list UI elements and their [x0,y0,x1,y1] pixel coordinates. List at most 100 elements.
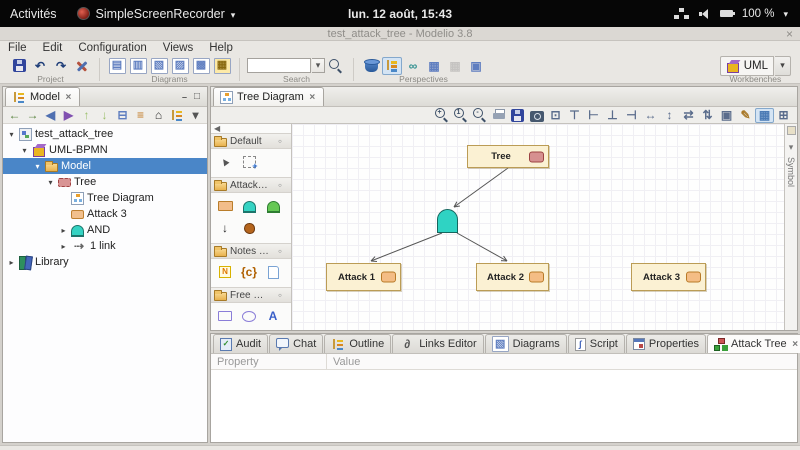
tree-item-model[interactable]: ▾Model [3,158,207,174]
align-top-button[interactable]: ⊤ [565,108,584,123]
tab-chat[interactable]: Chat [269,334,323,353]
save-button[interactable] [9,57,29,75]
app-menu-button[interactable]: SimpleScreenRecorder [67,0,246,27]
workbench-selector[interactable]: UML [720,56,774,76]
nav-forward-button[interactable]: → [24,108,41,123]
snap-grid-button[interactable]: ⊞ [774,108,793,123]
menu-edit[interactable]: Edit [35,42,71,54]
search-input[interactable] [247,58,311,73]
uml-bucket-button[interactable] [361,57,381,75]
usecase-diagram-button[interactable]: ▩ [191,57,211,75]
activities-button[interactable]: Activités [0,0,67,27]
tree-item-uml-bpmn[interactable]: ▾UML-BPMN [3,142,207,158]
link-with-editor-button[interactable]: ≡ [132,108,149,123]
align-bottom-button[interactable]: ⊥ [603,108,622,123]
tree-item-tree[interactable]: ▾Tree [3,174,207,190]
tab-properties[interactable]: Properties [626,334,706,353]
same-height-button[interactable]: ↕ [660,108,679,123]
history-back-button[interactable]: ◀ [42,108,59,123]
home-button[interactable]: ⌂ [150,108,167,123]
palette-tool-marquee-zoom[interactable] [237,151,261,173]
matrix-button[interactable]: ▦ [212,57,232,75]
tab-diagrams[interactable]: ▧Diagrams [485,334,567,353]
workbench-dropdown-button[interactable] [775,56,791,76]
view-menu-button[interactable]: ▾ [187,108,204,123]
class-diagram-button[interactable]: ▤ [107,57,127,75]
tab-links-editor[interactable]: ∂Links Editor [392,334,483,353]
tree-item-test-attack-tree[interactable]: ▾test_attack_tree [3,126,207,142]
tab-audit[interactable]: Audit [213,334,268,353]
palette-tool-and-gate[interactable] [237,195,261,217]
palette-tool-constraint[interactable]: {c} [237,261,261,283]
palette-tool-attack[interactable] [213,195,237,217]
zoom-original-button[interactable] [451,108,470,123]
diagram-node-attack-2[interactable]: Attack 2 [476,263,549,291]
diagram-node-tree[interactable]: Tree [467,145,549,168]
tree-item-attack-3[interactable]: Attack 3 [3,206,207,222]
palette-collapse-button[interactable] [211,124,291,133]
preferences-dialog-button[interactable]: ▣ [466,57,486,75]
palette-tool-rectangle[interactable] [213,305,237,327]
search-dropdown-button[interactable] [312,58,325,73]
palette-group-default[interactable]: Default◦ [211,133,291,149]
palette-tool-ellipse[interactable] [237,305,261,327]
model-explorer-button[interactable] [382,57,402,75]
palette-group-free-drawing[interactable]: Free Drawing◦ [211,287,291,303]
expander-icon[interactable]: ▸ [59,226,68,235]
align-left-button[interactable]: ⊢ [584,108,603,123]
menu-configuration[interactable]: Configuration [70,42,154,54]
close-icon[interactable] [791,339,800,350]
object-diagram-button[interactable]: ▧ [149,57,169,75]
expander-icon[interactable]: ▾ [46,178,55,187]
close-icon[interactable] [308,92,317,103]
palette-tool-or-gate[interactable] [261,195,285,217]
maximize-button[interactable] [194,91,200,102]
state-diagram-button[interactable]: ▥ [128,57,148,75]
tab-model[interactable]: Model [5,87,80,106]
snapshot-button[interactable] [527,108,546,123]
grid-button[interactable]: ▦ [755,108,774,123]
tree-item-1-link[interactable]: ▸⇢1 link [3,238,207,254]
tab-tree-diagram[interactable]: Tree Diagram [213,87,324,106]
tab-script[interactable]: Script [568,334,625,353]
column-value[interactable]: Value [326,354,797,369]
system-menu-chevron-icon[interactable] [783,8,788,20]
links-button[interactable]: ∞ [403,57,423,75]
zoom-in-button[interactable] [432,108,451,123]
network-icon[interactable] [674,7,689,20]
frame-button[interactable]: ▣ [717,108,736,123]
search-button[interactable] [326,57,346,75]
palette-tool-threat-agent[interactable] [237,217,261,239]
tree-item-and[interactable]: ▸AND [3,222,207,238]
distribute-v-button[interactable]: ⇅ [698,108,717,123]
diagram-canvas[interactable]: TreeAttack 1Attack 2Attack 3 [292,124,784,330]
select-zone-button[interactable]: ⊡ [546,108,565,123]
menu-file[interactable]: File [0,42,35,54]
tab-attack-tree[interactable]: Attack Tree [707,334,800,353]
expander-icon[interactable]: ▸ [7,258,16,267]
palette-group-attack-tree[interactable]: Attack Tree◦ [211,177,291,193]
collapse-all-button[interactable]: ⊟ [114,108,131,123]
zoom-out-button[interactable] [470,108,489,123]
minimize-button[interactable] [182,92,187,102]
expander-icon[interactable]: ▾ [20,146,29,155]
move-up-button[interactable]: ↑ [78,108,95,123]
tree-item-tree-diagram[interactable]: Tree Diagram [3,190,207,206]
palette-group-notes-and[interactable]: Notes and ...◦ [211,243,291,259]
expander-icon[interactable]: ▾ [33,162,42,171]
show-model-button[interactable] [168,108,185,123]
tab-outline[interactable]: Outline [324,334,391,353]
palette-tool-note[interactable] [213,261,237,283]
column-property[interactable]: Property [211,354,326,369]
deployment-diagram-button[interactable]: ▨ [170,57,190,75]
same-width-button[interactable]: ↔ [641,108,660,123]
palette-tool-text[interactable]: A [261,305,285,327]
menu-help[interactable]: Help [201,42,241,54]
align-right-button[interactable]: ⊣ [622,108,641,123]
menu-views[interactable]: Views [155,42,201,54]
expander-icon[interactable]: ▸ [59,242,68,251]
distribute-h-button[interactable]: ⇄ [679,108,698,123]
tree-item-library[interactable]: ▸Library [3,254,207,270]
symbol-panel-tab[interactable]: Symbol [784,124,797,330]
diagram-node-attack-3[interactable]: Attack 3 [631,263,706,291]
